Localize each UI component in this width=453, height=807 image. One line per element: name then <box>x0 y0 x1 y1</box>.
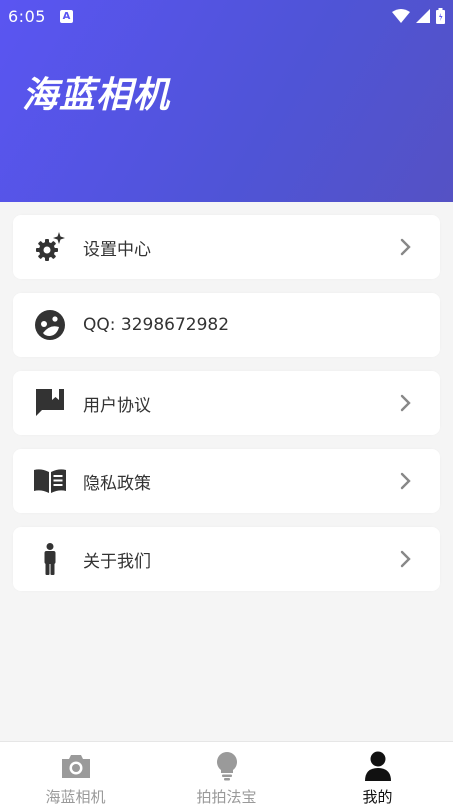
app-title: 海蓝相机 <box>22 75 171 116</box>
book-icon <box>33 464 67 498</box>
menu-item-label: 关于我们 <box>83 551 151 572</box>
tab-tips[interactable]: 拍拍法宝 <box>151 742 302 807</box>
tab-label: 拍拍法宝 <box>196 788 257 806</box>
menu-item-label: QQ: 3298672982 <box>83 315 230 335</box>
chevron-right-icon <box>400 394 411 412</box>
menu-list: 设置中心 QQ: 3298672982 用户协议 隐私政策 关于我们 <box>13 215 440 605</box>
gear-sparkle-icon <box>33 230 67 264</box>
chevron-right-icon <box>400 238 411 256</box>
menu-item-qq[interactable]: QQ: 3298672982 <box>13 293 440 357</box>
status-bar: 6:05 A <box>0 0 453 32</box>
header: 6:05 A 海蓝相机 <box>0 0 453 202</box>
camera-icon <box>60 750 92 782</box>
person-icon <box>33 542 67 576</box>
face-icon <box>33 308 67 342</box>
tab-label: 我的 <box>362 788 393 806</box>
wifi-icon <box>392 9 410 23</box>
chevron-right-icon <box>400 472 411 490</box>
tab-me[interactable]: 我的 <box>302 742 453 807</box>
menu-item-settings[interactable]: 设置中心 <box>13 215 440 279</box>
battery-icon <box>436 8 445 24</box>
app-notification-icon: A <box>59 9 73 23</box>
chevron-right-icon <box>400 550 411 568</box>
user-icon <box>362 750 394 782</box>
menu-item-privacy-policy[interactable]: 隐私政策 <box>13 449 440 513</box>
signal-icon <box>416 9 430 23</box>
menu-item-user-agreement[interactable]: 用户协议 <box>13 371 440 435</box>
bookmark-chat-icon <box>33 386 67 420</box>
bottom-nav: 海蓝相机 拍拍法宝 我的 <box>0 741 453 807</box>
tab-camera[interactable]: 海蓝相机 <box>0 742 151 807</box>
menu-item-label: 隐私政策 <box>83 473 151 494</box>
menu-item-label: 设置中心 <box>83 239 151 260</box>
tab-label: 海蓝相机 <box>45 788 106 806</box>
lightbulb-icon <box>211 750 243 782</box>
menu-item-label: 用户协议 <box>83 395 151 416</box>
menu-item-about-us[interactable]: 关于我们 <box>13 527 440 591</box>
status-time: 6:05 <box>8 6 46 26</box>
status-icons <box>392 8 445 24</box>
